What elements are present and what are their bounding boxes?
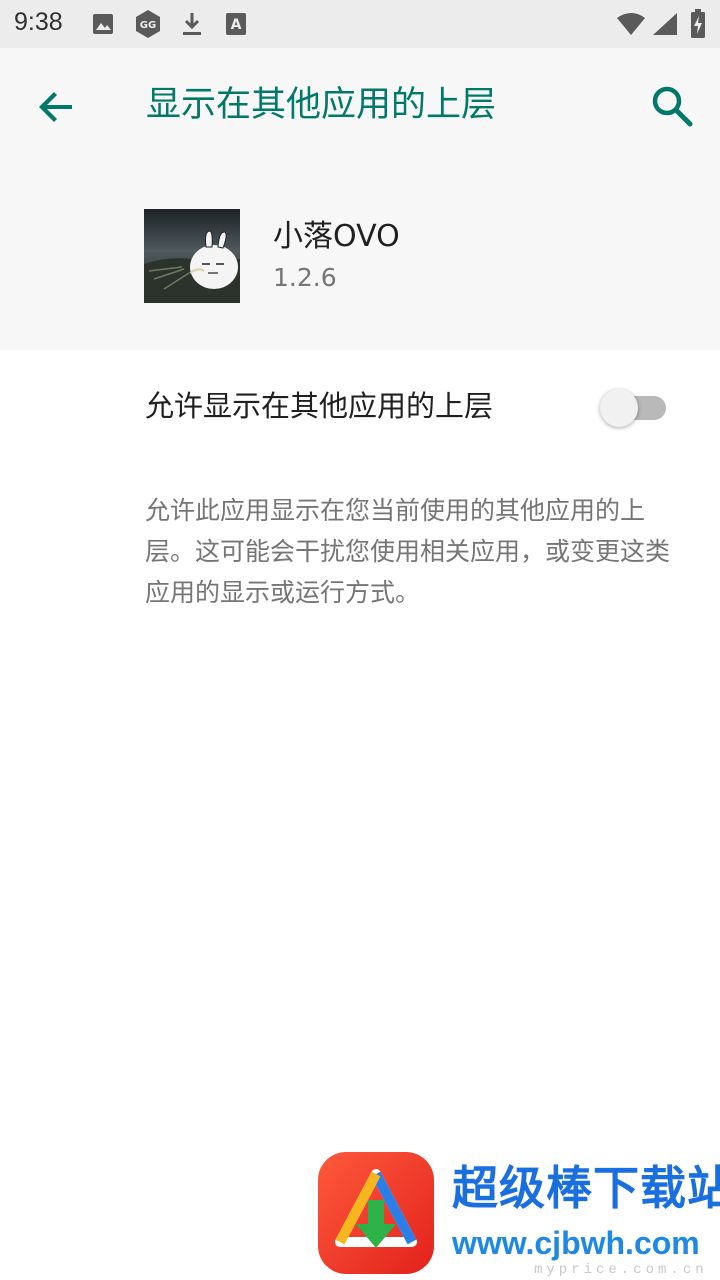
watermark-title: 超级棒下载站 — [452, 1161, 720, 1215]
app-name: 小落OVO — [273, 219, 400, 254]
download-icon — [181, 11, 203, 41]
search-button[interactable] — [646, 80, 698, 132]
switch-thumb — [600, 389, 638, 427]
permission-toggle-row[interactable]: 允许显示在其他应用的上层 — [0, 350, 720, 462]
page-title: 显示在其他应用的上层 — [146, 85, 497, 125]
app-version: 1.2.6 — [273, 263, 337, 292]
permission-switch[interactable] — [598, 388, 668, 428]
search-icon — [652, 86, 693, 127]
battery-charging-icon — [690, 9, 706, 43]
permission-description: 允许此应用显示在您当前使用的其他应用的上层。这可能会干扰您使用相关应用，或变更这… — [145, 496, 671, 607]
watermark-faint-text: myprice.com.cn — [534, 1262, 708, 1278]
game-guardian-icon: GG — [134, 9, 162, 43]
watermark-url: www.cjbwh.com — [452, 1225, 700, 1261]
back-button[interactable] — [30, 80, 84, 134]
app-icon — [144, 209, 240, 303]
permission-toggle-label: 允许显示在其他应用的上层 — [145, 389, 494, 423]
image-icon — [92, 13, 114, 39]
signal-icon — [652, 12, 678, 40]
svg-text:A: A — [231, 17, 242, 33]
watermark: 超级棒下载站 www.cjbwh.com myprice.com.cn — [316, 1150, 720, 1280]
status-bar: 9:38 GG A — [0, 0, 720, 48]
arrow-back-icon — [39, 92, 72, 122]
svg-text:GG: GG — [140, 20, 156, 31]
font-icon: A — [225, 12, 247, 40]
watermark-logo — [316, 1150, 436, 1276]
status-time: 9:38 — [14, 8, 63, 36]
wifi-icon — [616, 12, 646, 40]
